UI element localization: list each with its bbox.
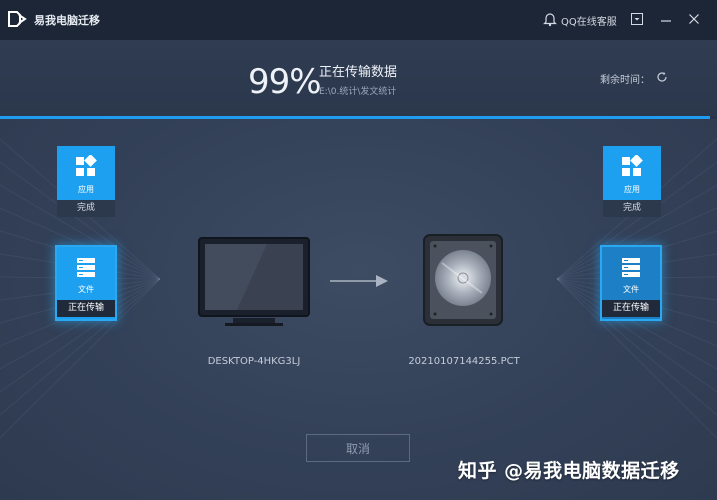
progress-header: 99% 正在传输数据 E:\0.统计\发文统计 剩余时间： — [0, 40, 717, 118]
source-apps-label: 应用 — [78, 185, 94, 194]
remaining-time-label: 剩余时间： — [600, 75, 650, 86]
source-files-label: 文件 — [78, 285, 94, 294]
progress-percent: 99% — [248, 62, 322, 102]
target-device-name: 20210107144255.PCT — [408, 356, 520, 367]
target-apps-status: 完成 — [603, 200, 661, 217]
apps-icon — [622, 155, 643, 176]
disk-icon — [423, 234, 503, 326]
source-files-status: 正在传输 — [57, 300, 115, 317]
target-tile-apps: 应用 完成 — [603, 146, 661, 217]
arrow-right-icon — [330, 275, 388, 287]
transfer-status: 正在传输数据 — [319, 65, 398, 80]
close-icon[interactable] — [685, 10, 703, 28]
cancel-button[interactable]: 取消 — [306, 434, 410, 462]
refresh-icon — [657, 72, 667, 82]
app-logo-icon — [8, 11, 27, 27]
monitor-icon — [198, 237, 310, 326]
source-apps-status: 完成 — [57, 200, 115, 217]
watermark: 知乎 @易我电脑数据迁移 — [458, 460, 680, 482]
app-title: 易我电脑迁移 — [34, 14, 100, 27]
dropdown-icon[interactable] — [628, 10, 646, 28]
target-apps-label: 应用 — [624, 185, 640, 194]
minimize-icon[interactable] — [657, 10, 675, 28]
source-tile-files: 文件 正在传输 — [57, 247, 115, 319]
qq-bell-icon[interactable] — [543, 12, 557, 27]
apps-icon — [76, 155, 97, 176]
files-icon — [622, 258, 640, 277]
transfer-area: 应用 完成 文件 正在传输 应用 完成 文件 正在传输 DESKTOP-4HKG… — [0, 119, 717, 500]
target-files-label: 文件 — [623, 285, 639, 294]
qq-support-link[interactable]: QQ在线客服 — [561, 13, 617, 28]
current-path: E:\0.统计\发文统计 — [319, 87, 397, 97]
files-icon — [77, 258, 95, 277]
target-tile-files: 文件 正在传输 — [602, 247, 660, 319]
source-tile-apps: 应用 完成 — [57, 146, 115, 217]
target-files-status: 正在传输 — [602, 300, 660, 317]
title-bar: 易我电脑迁移 QQ在线客服 — [0, 0, 717, 40]
source-device-name: DESKTOP-4HKG3LJ — [207, 356, 301, 367]
